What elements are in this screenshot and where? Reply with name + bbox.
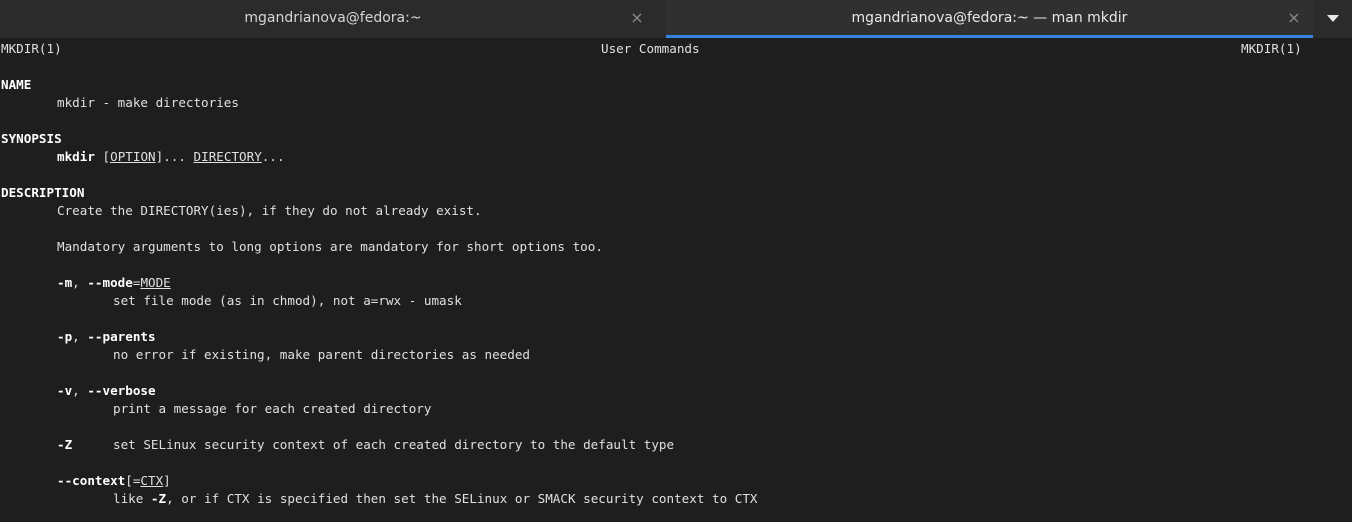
man-header-left: MKDIR(1) xyxy=(1,41,62,56)
tab-bar: mgandrianova@fedora:~ × mgandrianova@fed… xyxy=(0,0,1352,38)
option-bracket: ] xyxy=(163,473,171,488)
option-long: --parents xyxy=(87,329,156,344)
synopsis-ellipsis: ... xyxy=(261,149,285,164)
option-mode: -m, --mode=MODE xyxy=(57,274,171,292)
chevron-down-icon xyxy=(1327,15,1339,22)
synopsis-option: OPTION xyxy=(110,149,156,164)
close-icon[interactable]: × xyxy=(1286,10,1302,26)
terminal-output[interactable]: MKDIR(1) User Commands MKDIR(1) NAME mkd… xyxy=(0,38,1352,522)
option-argument: MODE xyxy=(140,275,171,290)
option-description: set file mode (as in chmod), not a=rwx -… xyxy=(113,293,462,308)
option-long: --context xyxy=(57,473,126,488)
tab-man-mkdir[interactable]: mgandrianova@fedora:~ — man mkdir × xyxy=(666,0,1313,38)
option-long: --mode xyxy=(87,275,133,290)
section-heading-description: DESCRIPTION xyxy=(1,185,85,200)
context-desc-pre: like xyxy=(113,491,151,506)
description-line: Create the DIRECTORY(ies), if they do no… xyxy=(57,203,482,218)
tab-label: mgandrianova@fedora:~ xyxy=(244,10,422,26)
option-long: --verbose xyxy=(87,383,156,398)
synopsis-close: ]... xyxy=(155,149,194,164)
context-desc-flag: -Z xyxy=(150,491,167,506)
option-separator: , xyxy=(72,329,88,344)
description-line: Mandatory arguments to long options are … xyxy=(57,239,603,254)
option-description: no error if existing, make parent direct… xyxy=(113,347,531,362)
synopsis-line: mkdir [OPTION]... DIRECTORY... xyxy=(57,148,285,166)
tab-home[interactable]: mgandrianova@fedora:~ × xyxy=(0,0,666,38)
synopsis-command: mkdir xyxy=(57,149,95,164)
option-context: --context[=CTX] xyxy=(57,472,171,490)
option-z-flag: -Z xyxy=(57,437,73,452)
option-description: set SELinux security context of each cre… xyxy=(113,437,675,452)
option-verbose: -v, --verbose xyxy=(57,382,156,400)
option-flag: -m xyxy=(57,275,73,290)
option-description: print a message for each created directo… xyxy=(113,401,432,416)
section-heading-synopsis: SYNOPSIS xyxy=(1,131,62,146)
option-parents: -p, --parents xyxy=(57,328,156,346)
option-separator: , xyxy=(72,275,88,290)
synopsis-directory: DIRECTORY xyxy=(193,149,262,164)
tab-label: mgandrianova@fedora:~ — man mkdir xyxy=(851,10,1128,26)
option-flag: -p xyxy=(57,329,73,344)
synopsis-bracket: [ xyxy=(102,149,111,164)
tab-list-menu-button[interactable] xyxy=(1313,0,1352,38)
man-header-center: User Commands xyxy=(601,41,700,56)
option-bracket: [= xyxy=(125,473,141,488)
terminal-window: mgandrianova@fedora:~ × mgandrianova@fed… xyxy=(0,0,1352,522)
option-separator: , xyxy=(72,383,88,398)
name-text: mkdir - make directories xyxy=(57,95,239,110)
option-flag: -v xyxy=(57,383,73,398)
option-argument: CTX xyxy=(140,473,164,488)
section-heading-name: NAME xyxy=(1,77,32,92)
close-icon[interactable]: × xyxy=(629,10,645,26)
man-header-right: MKDIR(1) xyxy=(1241,41,1302,56)
context-desc-post: , or if CTX is specified then set the SE… xyxy=(166,491,758,506)
option-description: like -Z, or if CTX is specified then set… xyxy=(113,490,758,508)
